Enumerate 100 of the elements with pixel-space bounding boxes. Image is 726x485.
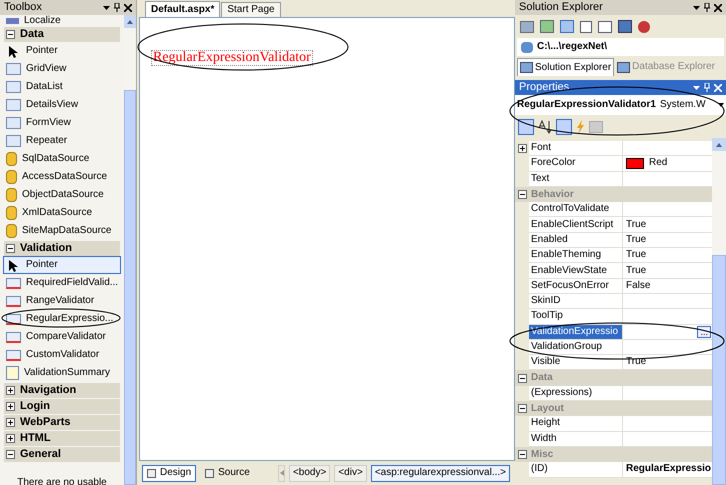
breadcrumb[interactable]: <div> [334, 464, 367, 482]
scroll-thumb[interactable] [124, 90, 136, 485]
property-value-cell[interactable]: True [623, 232, 712, 248]
collapse-icon[interactable] [518, 190, 526, 200]
property-value-cell[interactable]: True [623, 217, 712, 233]
dropdown-icon[interactable] [103, 6, 110, 10]
property-value-cell[interactable] [623, 340, 712, 356]
property-name[interactable]: SetFocusOnError [529, 278, 623, 294]
toolbar-icon[interactable] [520, 20, 534, 32]
collapse-icon[interactable] [6, 244, 15, 253]
property-name[interactable]: (Expressions) [529, 386, 623, 402]
collapse-icon[interactable] [6, 450, 15, 459]
collapse-icon[interactable] [518, 404, 526, 414]
property-name[interactable]: ForeColor [529, 156, 623, 172]
category-header[interactable]: WebParts [4, 415, 120, 430]
validator-control[interactable]: RegularExpressionValidator [151, 50, 313, 66]
expand-icon[interactable] [518, 144, 526, 154]
panel-tab[interactable]: Solution Explorer [517, 58, 614, 76]
category-header[interactable]: Data [4, 27, 120, 42]
property-name[interactable]: EnableClientScript [529, 217, 623, 233]
category-header[interactable]: HTML [4, 431, 120, 446]
document-tab[interactable]: Start Page [221, 2, 281, 17]
toolbox-item[interactable]: RangeValidator [3, 292, 121, 310]
toolbox-item[interactable]: SiteMapDataSource [3, 222, 121, 240]
property-name[interactable]: Enabled [529, 232, 623, 248]
expand-icon[interactable] [6, 418, 15, 427]
toolbox-item[interactable]: AccessDataSource [3, 168, 121, 186]
document-tab[interactable]: Default.aspx* [145, 1, 220, 17]
expand-icon[interactable] [6, 434, 15, 443]
toolbox-item[interactable]: Localize [24, 16, 61, 26]
toolbox-item[interactable]: CustomValidator [3, 346, 121, 364]
toolbar-icon[interactable] [580, 20, 592, 32]
lightning-icon[interactable] [576, 120, 585, 134]
toolbox-item[interactable]: Pointer [3, 256, 121, 274]
expand-icon[interactable] [6, 386, 15, 395]
property-name[interactable]: Width [529, 432, 623, 447]
close-icon[interactable] [714, 4, 722, 12]
toolbox-item[interactable]: ValidationSummary [3, 364, 121, 382]
categorized-icon[interactable] [518, 118, 534, 134]
property-name[interactable]: EnableViewState [529, 263, 623, 279]
property-name[interactable]: (ID) [529, 462, 623, 478]
property-name[interactable]: Visible [529, 355, 623, 370]
property-name[interactable]: EnableTheming [529, 248, 623, 264]
toolbox-item[interactable]: DataList [3, 78, 121, 96]
pin-icon[interactable] [704, 3, 710, 12]
toolbox-item[interactable]: GridView [3, 60, 121, 78]
toolbox-item[interactable]: FormView [3, 114, 121, 132]
category-header[interactable]: Validation [4, 241, 120, 256]
property-name[interactable]: SkinID [529, 294, 623, 310]
properties-icon[interactable] [556, 118, 572, 134]
toolbar-icon[interactable] [598, 20, 612, 32]
property-name[interactable]: ValidationGroup [529, 340, 623, 356]
property-name[interactable]: ValidationExpressio [529, 324, 623, 340]
dropdown-icon[interactable] [693, 6, 700, 10]
toolbar-icon[interactable] [560, 20, 574, 33]
breadcrumb[interactable]: <asp:regularexpressionval...> [370, 464, 510, 482]
category-header[interactable]: Navigation [4, 383, 120, 398]
toolbox-item[interactable]: ObjectDataSource [3, 186, 121, 204]
property-value-cell[interactable]: ... [623, 324, 712, 340]
toolbox-item[interactable]: Pointer [3, 42, 121, 60]
property-name[interactable]: Height [529, 416, 623, 432]
property-value-cell[interactable] [623, 294, 712, 310]
scroll-up-button[interactable] [124, 15, 136, 28]
view-tab[interactable]: Design [142, 464, 196, 482]
object-selector[interactable]: RegularExpressionValidator1 System.W [515, 95, 726, 115]
property-value-cell[interactable] [623, 309, 712, 325]
scrollbar[interactable] [124, 15, 136, 485]
property-value-cell[interactable]: True [623, 355, 712, 370]
breadcrumb[interactable]: <body> [288, 464, 330, 482]
collapse-icon[interactable] [518, 450, 526, 460]
toolbox-item[interactable]: RequiredFieldValid... [3, 274, 121, 292]
ellipsis-button[interactable]: ... [697, 326, 711, 338]
scrollbar[interactable] [712, 138, 726, 485]
toolbox-item[interactable]: RegularExpressio... [3, 310, 121, 328]
category-header[interactable]: Login [4, 399, 120, 414]
toolbox-item[interactable]: DetailsView [3, 96, 121, 114]
scroll-up-button[interactable] [712, 138, 726, 151]
collapse-icon[interactable] [518, 374, 526, 383]
close-icon[interactable] [124, 4, 132, 12]
property-name[interactable]: Font [529, 141, 623, 156]
property-name[interactable]: ControlToValidate [529, 202, 623, 218]
property-value-cell[interactable] [623, 386, 712, 402]
pin-icon[interactable] [114, 3, 120, 12]
collapse-icon[interactable] [6, 30, 15, 39]
property-value-cell[interactable] [623, 172, 712, 187]
property-name[interactable]: ToolTip [529, 309, 623, 325]
sort-icon[interactable] [538, 120, 552, 134]
property-value-cell[interactable] [623, 432, 712, 447]
expand-icon[interactable] [6, 402, 15, 411]
property-value-cell[interactable]: True [623, 263, 712, 279]
property-value-cell[interactable]: False [623, 278, 712, 294]
toolbox-item[interactable]: SqlDataSource [3, 150, 121, 168]
view-tab[interactable]: Source [200, 464, 255, 482]
property-value-cell[interactable] [623, 141, 712, 156]
property-value-cell[interactable]: True [623, 248, 712, 264]
property-name[interactable]: Text [529, 172, 623, 187]
scroll-thumb[interactable] [712, 255, 726, 485]
property-value-cell[interactable]: RegularExpressio [623, 462, 712, 478]
toolbox-item[interactable]: XmlDataSource [3, 204, 121, 222]
property-value-cell[interactable] [623, 416, 712, 432]
